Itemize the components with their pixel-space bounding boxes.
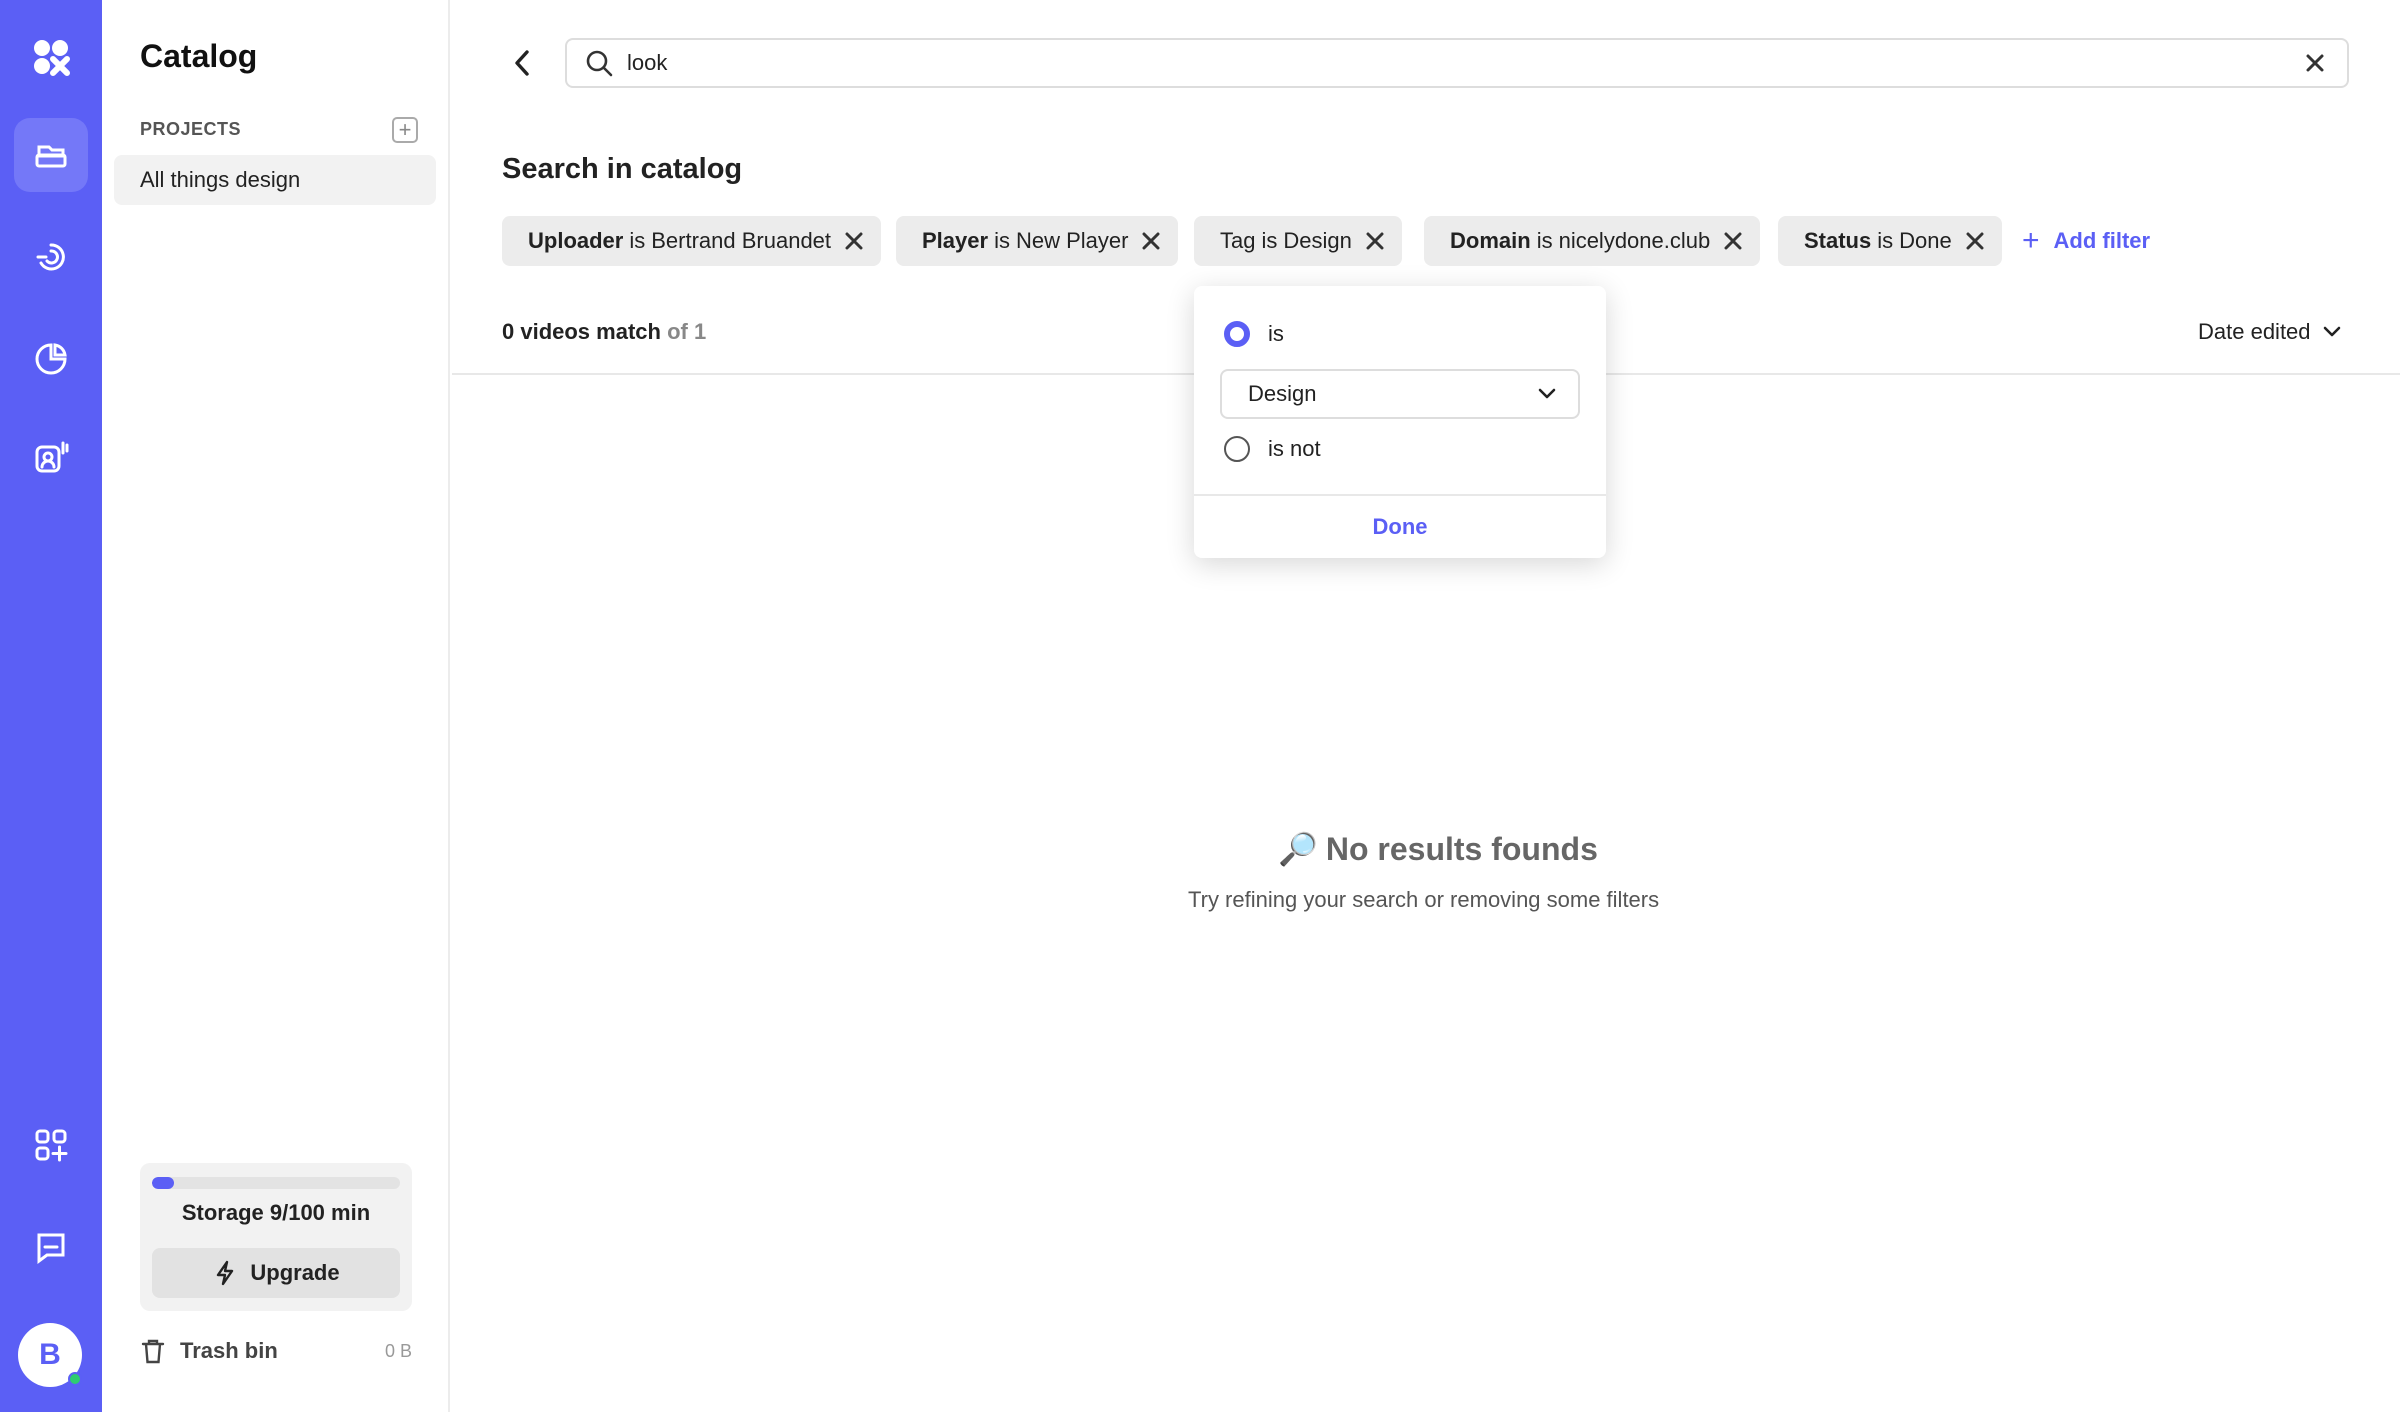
chevron-left-icon bbox=[515, 50, 529, 76]
sort-dropdown[interactable]: Date edited bbox=[2198, 319, 2341, 345]
option-is-not[interactable]: is not bbox=[1224, 436, 1321, 462]
sidebar-item-all-things-design[interactable]: All things design bbox=[114, 155, 436, 205]
tag-filter-popover: is Design is not Done bbox=[1194, 286, 1606, 558]
tag-select-value: Design bbox=[1248, 381, 1317, 406]
filter-chip-status[interactable]: Status is Done bbox=[1778, 216, 2002, 266]
icon-rail: B bbox=[0, 0, 102, 1412]
catalog-icon[interactable] bbox=[14, 118, 88, 192]
remove-filter-icon[interactable] bbox=[1966, 232, 1984, 250]
filter-value: Design bbox=[1283, 228, 1352, 253]
plus-icon: + bbox=[2022, 224, 2040, 257]
option-is[interactable]: is bbox=[1224, 321, 1284, 347]
add-project-icon[interactable]: + bbox=[392, 117, 418, 143]
clear-search-button[interactable] bbox=[2301, 49, 2329, 77]
trash-icon bbox=[141, 1339, 165, 1364]
chevron-down-icon bbox=[2323, 326, 2340, 337]
broadcast-icon[interactable] bbox=[14, 220, 88, 294]
filter-operator: is bbox=[1536, 228, 1553, 253]
magnifier-icon: 🔎 bbox=[1278, 831, 1318, 867]
upgrade-button[interactable]: Upgrade bbox=[152, 1248, 400, 1298]
filter-operator: is bbox=[629, 228, 646, 253]
filter-field: Tag bbox=[1220, 228, 1256, 253]
option-is-not-label: is not bbox=[1268, 436, 1321, 461]
add-filter-label: Add filter bbox=[2053, 228, 2151, 253]
filter-chip-player[interactable]: Player is New Player bbox=[896, 216, 1179, 266]
option-is-label: is bbox=[1268, 321, 1284, 346]
trash-bin-item[interactable]: Trash bin 0 B bbox=[140, 1336, 412, 1366]
chevron-down-icon bbox=[1538, 388, 1556, 399]
trash-bin-label: Trash bin bbox=[180, 1338, 278, 1363]
search-icon bbox=[586, 50, 613, 77]
filter-field: Status bbox=[1804, 228, 1872, 253]
filter-value: nicelydone.club bbox=[1558, 228, 1711, 253]
match-count-value: 0 videos match bbox=[502, 319, 661, 344]
filter-value: New Player bbox=[1015, 228, 1129, 253]
match-total: of 1 bbox=[667, 319, 707, 344]
filter-value: Done bbox=[1899, 228, 1952, 253]
sort-label: Date edited bbox=[2198, 319, 2311, 344]
close-icon bbox=[2306, 54, 2324, 72]
remove-filter-icon[interactable] bbox=[845, 232, 863, 250]
done-button[interactable]: Done bbox=[1194, 496, 1606, 558]
add-filter-button[interactable]: + Add filter bbox=[2022, 224, 2150, 258]
remove-filter-icon[interactable] bbox=[1366, 232, 1384, 250]
projects-section-label: PROJECTS bbox=[140, 119, 242, 139]
storage-label: Storage 9/100 min bbox=[181, 1200, 371, 1225]
storage-progress-fill bbox=[152, 1177, 175, 1189]
lightning-icon bbox=[217, 1260, 234, 1286]
storage-card: Storage 9/100 min Upgrade bbox=[140, 1163, 412, 1311]
filter-operator: is bbox=[994, 228, 1010, 253]
filter-operator: is bbox=[1261, 228, 1278, 253]
integrations-icon[interactable] bbox=[14, 1108, 88, 1182]
upgrade-label: Upgrade bbox=[250, 1260, 340, 1285]
match-count: 0 videos match of 1 bbox=[502, 319, 706, 345]
search-bar bbox=[565, 38, 2349, 88]
search-input[interactable] bbox=[627, 50, 2301, 76]
audience-icon[interactable] bbox=[14, 420, 88, 494]
empty-state-heading: No results founds bbox=[1325, 830, 1598, 867]
filter-value: Bertrand Bruandet bbox=[651, 228, 832, 253]
remove-filter-icon[interactable] bbox=[1724, 232, 1742, 250]
avatar-letter: B bbox=[39, 1338, 61, 1371]
radio-selected-icon[interactable] bbox=[1224, 321, 1250, 347]
filter-field: Domain bbox=[1450, 228, 1531, 253]
empty-state-subtitle: Try refining your search or removing som… bbox=[1188, 887, 1660, 912]
storage-progress-bar bbox=[152, 1177, 400, 1189]
sidebar: Catalog PROJECTS + All things design Sto… bbox=[102, 0, 450, 1412]
project-label: All things design bbox=[140, 167, 301, 192]
trash-size: 0 B bbox=[384, 1340, 412, 1361]
sidebar-title: Catalog bbox=[140, 38, 258, 74]
messages-icon[interactable] bbox=[14, 1210, 88, 1284]
analytics-icon[interactable] bbox=[14, 322, 88, 396]
online-status-dot bbox=[68, 1372, 82, 1386]
filter-chip-uploader[interactable]: Uploader is Bertrand Bruandet bbox=[502, 216, 882, 266]
remove-filter-icon[interactable] bbox=[1142, 232, 1160, 250]
logo-icon[interactable] bbox=[14, 20, 88, 94]
filter-chip-tag[interactable]: Tag is Design bbox=[1194, 216, 1402, 266]
empty-state-title: 🔎 No results founds bbox=[1278, 830, 1598, 868]
page-title: Search in catalog bbox=[502, 153, 743, 185]
filter-field: Uploader bbox=[528, 228, 624, 253]
filter-field: Player bbox=[922, 228, 989, 253]
tag-select[interactable]: Design bbox=[1220, 369, 1580, 419]
filter-operator: is bbox=[1877, 228, 1894, 253]
back-button[interactable] bbox=[508, 46, 536, 80]
filter-chip-domain[interactable]: Domain is nicelydone.club bbox=[1424, 216, 1761, 266]
radio-unselected-icon[interactable] bbox=[1224, 436, 1250, 462]
